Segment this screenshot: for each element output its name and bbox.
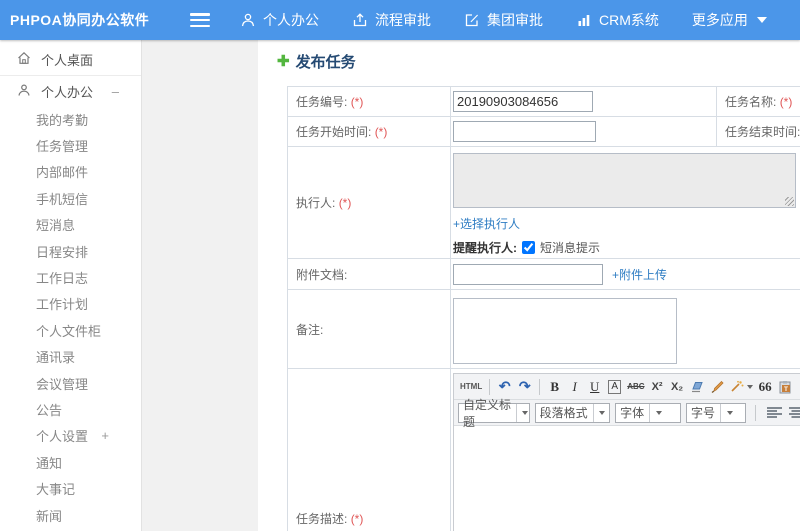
sidebar-item-internal-mail[interactable]: 内部邮件: [0, 159, 141, 185]
paragraph-format-select[interactable]: 段落格式: [534, 402, 611, 423]
choose-executor-link[interactable]: +选择执行人: [453, 217, 520, 231]
subscript-button[interactable]: X₂: [668, 377, 687, 397]
sidebar-item-schedule[interactable]: 日程安排: [0, 238, 141, 264]
menu-item-more-apps[interactable]: 更多应用: [692, 10, 767, 30]
row-executor: 执行人: (*) +选择执行人 提醒执行人: 短消息提示: [287, 146, 800, 259]
executor-textarea[interactable]: [453, 153, 796, 208]
top-menu: 个人办公 流程审批 集团审批 CRM系统 更多应用: [240, 10, 767, 30]
attachment-label: 附件文档:: [287, 258, 451, 290]
page-title: ✚ 发布任务: [277, 53, 356, 71]
strikethrough-button[interactable]: ABC: [625, 377, 646, 397]
start-time-label: 任务开始时间: (*): [287, 116, 451, 147]
sidebar-item-task-management[interactable]: 任务管理: [0, 132, 141, 158]
caret-down-icon: [655, 410, 662, 415]
row-start-time: 任务开始时间: (*) 任务结束时间: (*): [287, 116, 800, 147]
task-name-label: 任务名称: (*): [716, 86, 800, 117]
caret-down-icon: [599, 410, 606, 415]
sidebar-item-file-cabinet[interactable]: 个人文件柜: [0, 317, 141, 343]
sidebar-item-short-message[interactable]: 短消息: [0, 212, 141, 238]
publish-task-form: 任务编号: (*) 任务名称: (*) 任务开始时间: (*) 任务结束时间: …: [287, 86, 800, 531]
blockquote-button[interactable]: 66: [756, 377, 775, 397]
superscript-button[interactable]: X²: [648, 377, 667, 397]
sidebar-item-notice[interactable]: 通知: [0, 449, 141, 475]
row-task-number: 任务编号: (*) 任务名称: (*): [287, 86, 800, 117]
task-number-input[interactable]: [453, 91, 593, 112]
caret-down-icon: [746, 384, 753, 389]
editor-toolbar-row2: 自定义标题 段落格式 字体 字号: [454, 398, 800, 429]
plus-icon: ✚: [277, 53, 290, 70]
sidebar-item-desktop[interactable]: 个人桌面: [0, 43, 141, 76]
font-size-select[interactable]: 字号: [685, 402, 747, 423]
menu-item-group-approval[interactable]: 集团审批: [464, 10, 543, 30]
collapse-icon[interactable]: –: [112, 84, 119, 99]
html-source-button[interactable]: HTML: [458, 377, 484, 397]
sidebar-item-work-plan[interactable]: 工作计划: [0, 291, 141, 317]
rich-text-editor: HTML ↶ ↷ B I U A ABC X² X₂ 66 T 自定义标题 段落…: [453, 373, 800, 531]
italic-button[interactable]: I: [565, 377, 584, 397]
sms-remind-label: 短消息提示: [540, 241, 601, 255]
sidebar: 个人桌面 个人办公 – 我的考勤 任务管理 内部邮件 手机短信 短消息 日程安排…: [0, 40, 142, 531]
row-remark: 备注:: [287, 289, 800, 369]
person-icon: [17, 83, 31, 100]
expand-icon[interactable]: +: [101, 428, 109, 443]
attachment-upload-link[interactable]: +附件上传: [612, 266, 667, 283]
sidebar-group-personal-office[interactable]: 个人办公 –: [0, 76, 141, 106]
row-attachment: 附件文档: +附件上传: [287, 258, 800, 290]
sidebar-item-contacts[interactable]: 通讯录: [0, 344, 141, 370]
caret-down-icon: [726, 410, 733, 415]
row-description: 任务描述: (*) HTML ↶ ↷ B I U A ABC X² X₂ 66 …: [287, 368, 800, 531]
eraser-icon[interactable]: [688, 377, 707, 397]
hamburger-menu-icon[interactable]: [190, 13, 210, 27]
remark-textarea[interactable]: [453, 298, 677, 364]
home-icon: [17, 51, 31, 68]
workflow-icon: [352, 12, 368, 28]
resize-grip-icon[interactable]: [785, 197, 794, 206]
sms-remind-checkbox[interactable]: [522, 241, 535, 254]
svg-text:T: T: [784, 386, 788, 393]
caret-down-icon: [521, 410, 528, 415]
font-family-select[interactable]: 字体: [615, 402, 681, 423]
remark-label: 备注:: [287, 289, 451, 369]
description-label: 任务描述: (*): [287, 368, 451, 531]
sidebar-item-announcement[interactable]: 公告: [0, 396, 141, 422]
caret-down-icon: [756, 17, 767, 23]
end-time-label: 任务结束时间: (*): [716, 116, 800, 147]
align-center-icon[interactable]: [789, 406, 800, 419]
sidebar-item-news[interactable]: 新闻: [0, 502, 141, 528]
editor-content-area[interactable]: [454, 426, 800, 531]
content-panel: ✚ 发布任务 任务编号: (*) 任务名称: (*) 任务开始时间: (*) 任…: [258, 40, 800, 531]
custom-title-select[interactable]: 自定义标题: [458, 398, 530, 429]
app-logo: PHPOA协同办公软件: [10, 12, 150, 28]
align-left-icon[interactable]: [767, 406, 782, 419]
font-style-button[interactable]: A: [608, 379, 622, 394]
underline-button[interactable]: U: [585, 377, 604, 397]
menu-item-personal-office[interactable]: 个人办公: [240, 10, 319, 30]
menu-item-crm[interactable]: CRM系统: [576, 10, 659, 30]
start-time-input[interactable]: [453, 121, 596, 142]
redo-icon[interactable]: ↷: [515, 377, 534, 397]
sidebar-item-meeting[interactable]: 会议管理: [0, 370, 141, 396]
sidebar-item-work-log[interactable]: 工作日志: [0, 264, 141, 290]
paste-icon[interactable]: T: [776, 377, 795, 397]
person-icon: [240, 12, 256, 28]
undo-icon[interactable]: ↶: [495, 377, 514, 397]
chart-icon: [576, 12, 592, 28]
executor-label: 执行人: (*): [287, 146, 451, 259]
sidebar-item-sms[interactable]: 手机短信: [0, 185, 141, 211]
format-brush-icon[interactable]: [708, 377, 727, 397]
bold-button[interactable]: B: [545, 377, 564, 397]
sidebar-item-attendance[interactable]: 我的考勤: [0, 106, 141, 132]
remind-executor-label: 提醒执行人:: [453, 241, 517, 255]
sidebar-item-personal-settings[interactable]: 个人设置 +: [0, 423, 141, 449]
top-header: PHPOA协同办公软件 个人办公 流程审批 集团审批 CRM系统 更多应用: [0, 0, 800, 40]
edit-icon: [464, 12, 480, 28]
menu-item-workflow-approval[interactable]: 流程审批: [352, 10, 431, 30]
sidebar-item-milestones[interactable]: 大事记: [0, 475, 141, 501]
attachment-input[interactable]: [453, 263, 603, 285]
task-number-label: 任务编号: (*): [287, 86, 451, 117]
quick-format-icon[interactable]: [728, 377, 755, 397]
